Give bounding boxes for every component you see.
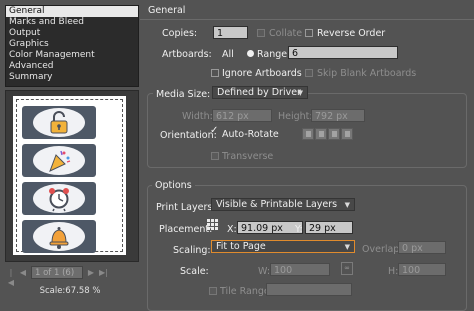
tile-range-field[interactable] (266, 283, 352, 296)
scale-label: Scale: (180, 266, 209, 277)
general-settings-panel: General Copies: 1 Collate Reverse Order … (140, 0, 474, 311)
collate-checkbox[interactable] (257, 29, 265, 37)
scaling-dropdown[interactable]: Fit to Page ▼ (211, 240, 355, 253)
flipped-landscape-orientation-button[interactable] (341, 128, 353, 140)
y-position-field[interactable]: 29 px (305, 221, 353, 234)
party-popper-icon (49, 150, 71, 172)
category-list[interactable]: General Marks and Bleed Output Graphics Colo… (5, 5, 139, 87)
category-item[interactable]: Color Management (6, 50, 138, 61)
ignore-artboards-label: Ignore Artboards (222, 68, 302, 79)
media-size-dropdown[interactable]: Defined by Driver ▼ (212, 86, 308, 99)
h-label: H: (388, 266, 399, 277)
media-size-value: Defined by Driver (217, 87, 301, 98)
collate-label: Collate (269, 28, 303, 39)
divider (140, 19, 474, 20)
width-field[interactable]: 612 px (212, 109, 272, 122)
preview-artboard (22, 182, 96, 215)
skip-blank-artboards-label: Skip Blank Artboards (317, 68, 417, 79)
all-radio[interactable] (213, 50, 220, 57)
scale-height-field[interactable]: 100 (398, 263, 446, 276)
chevron-down-icon: ▼ (297, 89, 303, 97)
preview-artboard (22, 220, 96, 253)
print-preview[interactable] (5, 90, 139, 262)
section-header: General (148, 5, 186, 16)
skip-blank-artboards-checkbox[interactable] (305, 69, 313, 77)
ignore-artboards-checkbox[interactable] (211, 69, 219, 77)
lock-icon (50, 111, 68, 134)
height-label: Height: (278, 111, 313, 122)
print-layers-value: Visible & Printable Layers (216, 199, 338, 210)
preview-artboard (22, 144, 96, 177)
width-label: Width: (182, 111, 213, 122)
auto-rotate-label: Auto-Rotate (222, 129, 279, 140)
category-item[interactable]: Marks and Bleed (6, 17, 138, 28)
category-item[interactable]: Graphics (6, 39, 138, 50)
placement-reference-icon[interactable] (207, 219, 218, 230)
first-page-icon[interactable]: |◀ (7, 268, 15, 287)
preview-page (13, 96, 126, 255)
previous-page-icon[interactable]: ◀ (19, 268, 27, 278)
chevron-down-icon: ▼ (344, 201, 350, 209)
transverse-checkbox[interactable] (211, 152, 219, 160)
auto-rotate-checkbox[interactable]: ✓ (210, 126, 220, 136)
range-radio[interactable] (247, 50, 254, 57)
range-label: Range: (257, 49, 291, 60)
y-label: Y: (295, 224, 303, 235)
left-sidebar: General Marks and Bleed Output Graphics Colo… (0, 0, 140, 309)
preview-artboard (22, 106, 96, 139)
preview-scale-label: Scale:67.58 % (39, 286, 101, 296)
next-page-icon[interactable]: ▶ (87, 268, 95, 278)
chevron-down-icon: ▼ (344, 243, 350, 251)
category-item[interactable]: Summary (6, 72, 138, 83)
alarm-clock-icon (49, 188, 69, 212)
print-layers-label: Print Layers: (156, 202, 216, 213)
category-item[interactable]: Advanced (6, 61, 138, 72)
category-item[interactable]: General (6, 6, 138, 17)
last-page-icon[interactable]: ▶| (99, 268, 108, 278)
portrait-orientation-button[interactable] (302, 128, 314, 140)
print-layers-dropdown[interactable]: Visible & Printable Layers ▼ (211, 198, 355, 211)
transverse-label: Transverse (222, 151, 274, 162)
page-number-field[interactable]: 1 of 1 (6) (31, 266, 83, 279)
page-navigator: |◀ ◀ 1 of 1 (6) ▶ ▶| (5, 266, 137, 287)
options-title: Options (152, 180, 195, 191)
scale-width-field[interactable]: 100 (270, 263, 330, 276)
placement-label: Placement: (159, 224, 213, 235)
flipped-portrait-orientation-button[interactable] (328, 128, 340, 140)
overlap-field[interactable]: 0 px (398, 241, 446, 254)
tile-range-checkbox[interactable] (209, 287, 217, 295)
orientation-label: Orientation: (160, 130, 217, 141)
w-label: W: (258, 266, 271, 277)
all-label: All (222, 49, 234, 60)
height-field[interactable]: 792 px (311, 109, 365, 122)
x-label: X: (227, 224, 237, 235)
scaling-label: Scaling: (173, 245, 211, 256)
landscape-orientation-button[interactable] (315, 128, 327, 140)
reverse-order-checkbox[interactable] (305, 29, 313, 37)
range-field[interactable]: 6 (288, 46, 398, 59)
category-item[interactable]: Output (6, 28, 138, 39)
copies-field[interactable]: 1 (213, 26, 248, 39)
constrain-proportions-icon[interactable]: ∞ (341, 262, 353, 275)
media-size-label: Media Size: (153, 89, 214, 100)
scaling-value: Fit to Page (216, 241, 266, 252)
bell-icon (49, 227, 69, 249)
overlap-label: Overlap: (362, 244, 403, 255)
x-position-field[interactable]: 91.09 px (237, 221, 303, 234)
copies-label: Copies: (162, 28, 198, 39)
reverse-order-label: Reverse Order (317, 28, 386, 39)
artboards-label: Artboards: (162, 49, 212, 60)
